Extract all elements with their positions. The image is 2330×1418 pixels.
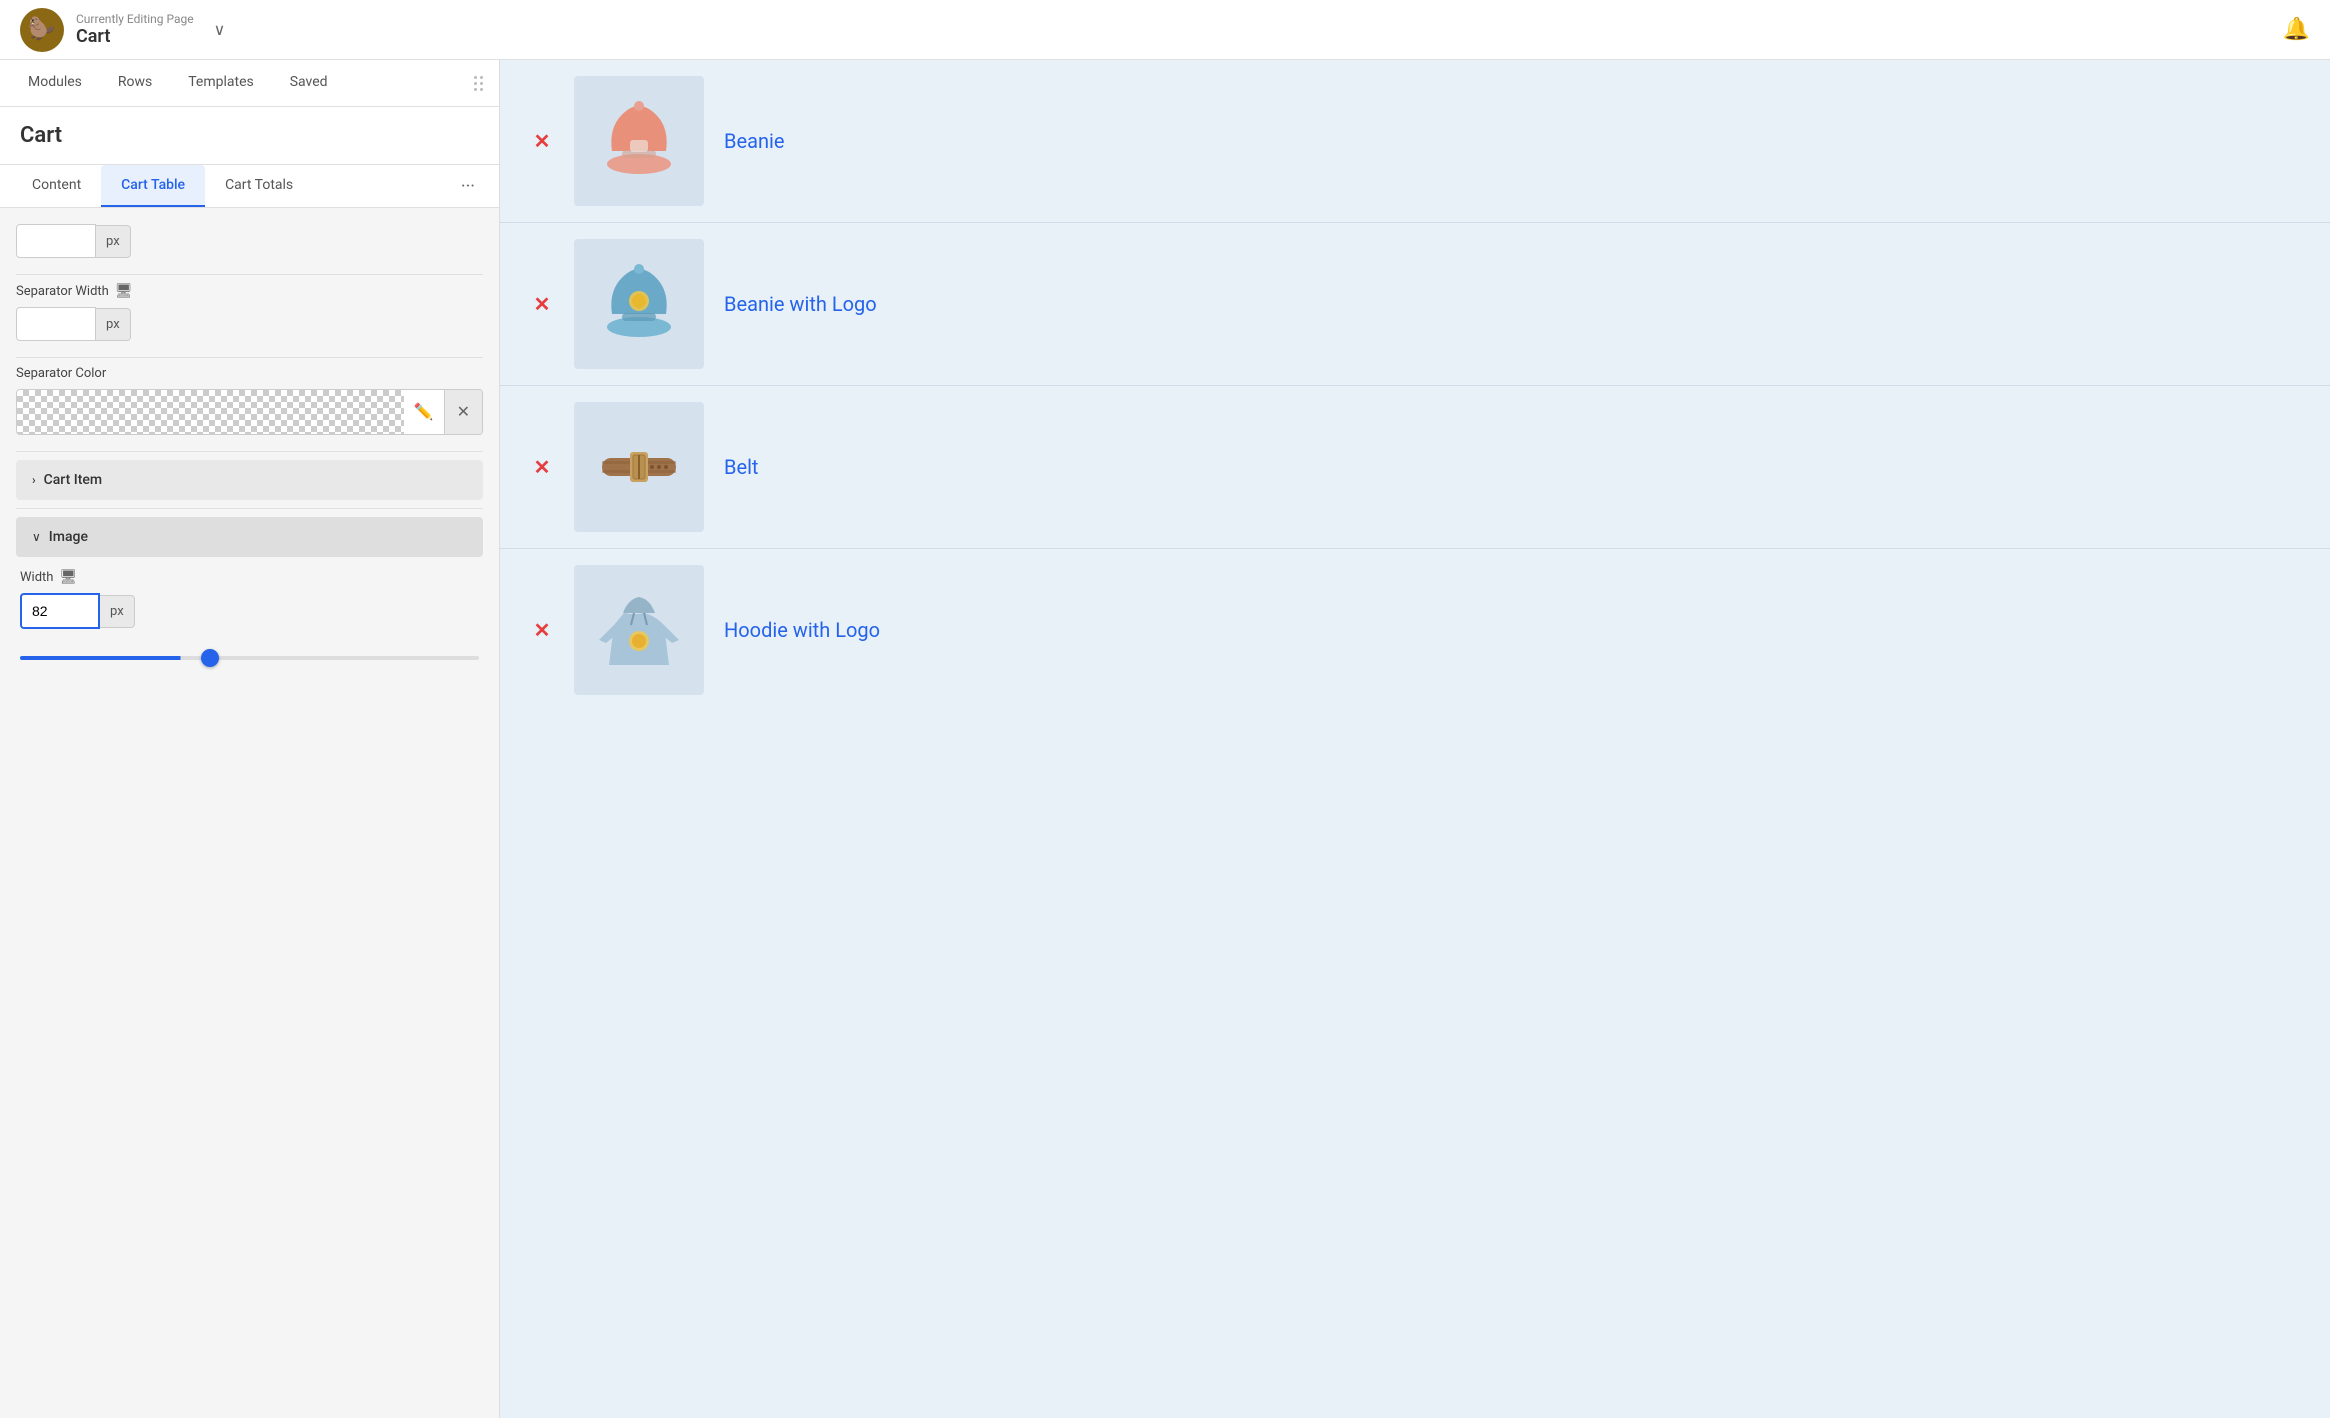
cart-item-row: ✕ xyxy=(500,549,2330,711)
separator-color-group: Separator Color ✏️ ✕ xyxy=(16,366,483,435)
cart-item-accordion-header[interactable]: › Cart Item xyxy=(16,460,483,500)
divider-2 xyxy=(16,357,483,358)
belt-image xyxy=(574,402,704,532)
image-accordion-header[interactable]: ∨ Image xyxy=(16,517,483,557)
remove-beanie-logo-button[interactable]: ✕ xyxy=(530,294,554,314)
tab-templates[interactable]: Templates xyxy=(172,60,270,106)
color-clear-button[interactable]: ✕ xyxy=(444,390,482,434)
divider-1 xyxy=(16,274,483,275)
remove-hoodie-button[interactable]: ✕ xyxy=(530,620,554,640)
hoodie-logo-name: Hoodie with Logo xyxy=(724,618,2300,642)
remove-beanie-button[interactable]: ✕ xyxy=(530,131,554,151)
separator-width-partial-unit: px xyxy=(96,225,131,258)
hoodie-image xyxy=(574,565,704,695)
beanie-name: Beanie xyxy=(724,129,2300,153)
belt-name: Belt xyxy=(724,455,2300,479)
image-width-slider[interactable] xyxy=(20,656,479,660)
header-title-group: Currently Editing Page Cart xyxy=(76,12,194,47)
top-header: 🦫 Currently Editing Page Cart ∨ 🔔 xyxy=(0,0,2330,60)
separator-width-partial: px xyxy=(16,224,483,258)
sub-tab-bar: Content Cart Table Cart Totals ··· xyxy=(0,165,499,208)
separator-width-partial-row: px xyxy=(16,224,483,258)
cart-item-row: ✕ Beanie with Logo xyxy=(500,223,2330,386)
sub-tab-cart-totals[interactable]: Cart Totals xyxy=(205,165,313,207)
tab-modules[interactable]: Modules xyxy=(12,60,98,106)
panel-content: px Separator Width 🖥 px xyxy=(0,208,499,696)
separator-width-input-row: px xyxy=(16,307,483,341)
tab-saved[interactable]: Saved xyxy=(274,60,344,106)
cart-items-list: ✕ Beanie ✕ xyxy=(500,60,2330,711)
image-width-input-row: px xyxy=(20,593,479,629)
separator-width-unit: px xyxy=(96,308,131,341)
divider-4 xyxy=(16,508,483,509)
beanie-logo-name: Beanie with Logo xyxy=(724,292,2300,316)
cart-item-label: Cart Item xyxy=(44,472,102,488)
monitor-icon-width: 🖥 xyxy=(59,569,77,585)
remove-belt-button[interactable]: ✕ xyxy=(530,457,554,477)
header-left: 🦫 Currently Editing Page Cart ∨ xyxy=(20,8,225,52)
cart-item-row: ✕ xyxy=(500,386,2330,549)
image-label: Image xyxy=(49,529,88,545)
beanie-image xyxy=(574,76,704,206)
header-chevron-icon[interactable]: ∨ xyxy=(214,20,226,39)
left-panel: Modules Rows Templates Saved Cart Conten… xyxy=(0,60,500,1418)
cart-item-row: ✕ Beanie xyxy=(500,60,2330,223)
divider-3 xyxy=(16,451,483,452)
image-width-input[interactable] xyxy=(20,593,100,629)
image-width-slider-container xyxy=(20,645,479,664)
chevron-right-icon: › xyxy=(32,473,36,487)
bell-icon[interactable]: 🔔 xyxy=(2283,17,2310,42)
separator-width-group: Separator Width 🖥 px xyxy=(16,283,483,341)
color-checker-bg[interactable] xyxy=(17,390,404,434)
separator-color-input-row: ✏️ ✕ xyxy=(16,389,483,435)
separator-color-label: Separator Color xyxy=(16,366,483,381)
top-tab-bar: Modules Rows Templates Saved xyxy=(0,60,499,107)
image-accordion-content: Width 🖥 px xyxy=(16,557,483,676)
separator-width-partial-input[interactable] xyxy=(16,224,96,258)
separator-width-input[interactable] xyxy=(16,307,96,341)
logo-avatar: 🦫 xyxy=(20,8,64,52)
image-width-unit: px xyxy=(100,595,135,628)
main-layout: Modules Rows Templates Saved Cart Conten… xyxy=(0,60,2330,1418)
image-width-label: Width 🖥 xyxy=(20,569,479,585)
cart-title-bar: Cart xyxy=(0,107,499,165)
beanie-logo-image xyxy=(574,239,704,369)
chevron-down-icon: ∨ xyxy=(32,530,41,544)
sub-tab-cart-table[interactable]: Cart Table xyxy=(101,165,205,207)
editing-label: Currently Editing Page xyxy=(76,12,194,26)
monitor-icon-sep-width: 🖥 xyxy=(115,283,133,299)
image-accordion: ∨ Image Width 🖥 px xyxy=(16,517,483,676)
right-panel: ✕ Beanie ✕ xyxy=(500,60,2330,1418)
page-title-header: Cart xyxy=(76,26,194,47)
sub-tab-content[interactable]: Content xyxy=(12,165,101,207)
panel-scroll-area: px Separator Width 🖥 px xyxy=(0,208,499,1418)
cart-title-text: Cart xyxy=(20,123,62,148)
cart-item-accordion: › Cart Item xyxy=(16,460,483,500)
tab-rows[interactable]: Rows xyxy=(102,60,168,106)
image-width-group: Width 🖥 px xyxy=(20,569,479,629)
eyedropper-button[interactable]: ✏️ xyxy=(404,402,444,422)
sub-tab-more-button[interactable]: ··· xyxy=(449,168,487,205)
separator-width-label: Separator Width 🖥 xyxy=(16,283,483,299)
tab-drag-handle xyxy=(470,68,487,99)
